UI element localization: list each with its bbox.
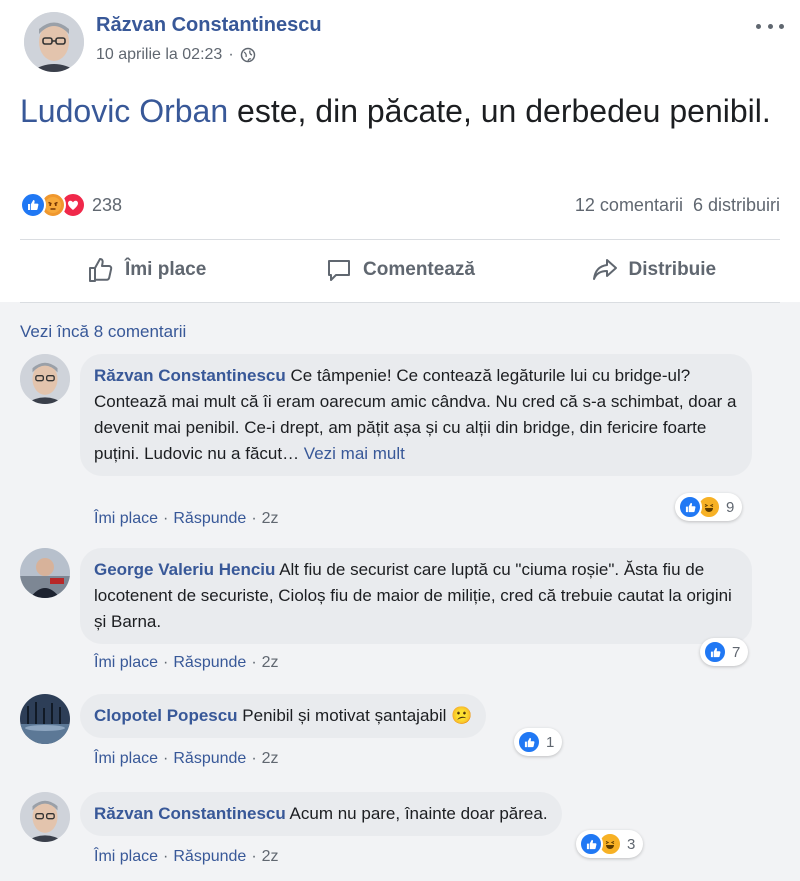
comment-button-label: Comentează <box>363 259 475 280</box>
comment-bubble: Răzvan Constantinescu Acum nu pare, înai… <box>80 792 562 836</box>
comment-bubble: George Valeriu Henciu Alt fiu de securis… <box>80 548 752 644</box>
comment-like-link[interactable]: Îmi place <box>94 848 158 865</box>
post-timestamp[interactable]: 10 aprilie la 02:23 <box>96 46 222 64</box>
comment-text: Penibil și motivat șantajabil <box>237 706 447 725</box>
separator: · <box>251 848 257 865</box>
separator: · <box>251 750 257 767</box>
like-icon <box>579 832 603 856</box>
comment-actions: Îmi place · Răspunde · 2z <box>94 750 279 768</box>
comment-reactions[interactable]: 9 <box>675 493 743 521</box>
view-more-comments-link[interactable]: Vezi încă 8 comentarii <box>20 322 186 342</box>
comment-reactions[interactable]: 3 <box>576 830 644 858</box>
facebook-post: Răzvan Constantinescu 10 aprilie la 02:2… <box>0 0 800 881</box>
commenter-name[interactable]: Răzvan Constantinescu <box>94 366 286 385</box>
separator: · <box>163 750 169 767</box>
thumbs-up-icon <box>89 258 113 282</box>
commenter-avatar[interactable] <box>20 792 70 842</box>
commenter-avatar[interactable] <box>20 548 70 598</box>
reaction-count: 238 <box>92 194 123 215</box>
like-icon <box>678 495 702 519</box>
separator: · <box>251 654 257 671</box>
comment-reply-link[interactable]: Răspunde <box>173 510 246 527</box>
like-button[interactable]: Îmi place <box>20 240 273 300</box>
see-more-link[interactable]: Vezi mai mult <box>304 444 405 463</box>
author-avatar[interactable] <box>24 12 84 72</box>
post-text: Ludovic Orban este, din păcate, un derbe… <box>20 88 790 134</box>
comment-time[interactable]: 2z <box>262 848 279 865</box>
like-button-label: Îmi place <box>125 259 207 280</box>
comment-text: Acum nu pare, înainte doar părea. <box>285 804 548 823</box>
post-stats: 12 comentarii 6 distribuiri <box>575 195 780 216</box>
comment-reaction-count: 9 <box>726 498 735 516</box>
commenter-name[interactable]: Clopotel Popescu <box>94 706 238 725</box>
commenter-avatar[interactable] <box>20 694 70 744</box>
comment-reactions[interactable]: 7 <box>700 638 749 666</box>
comment-bubble: Răzvan Constantinescu Ce tâmpenie! Ce co… <box>80 354 752 476</box>
comment-actions: Îmi place · Răspunde · 2z <box>94 510 279 528</box>
commenter-name[interactable]: Răzvan Constantinescu <box>94 804 286 823</box>
comment-actions: Îmi place · Răspunde · 2z <box>94 654 279 672</box>
comment-actions: Îmi place · Răspunde · 2z <box>94 848 279 866</box>
comment-like-link[interactable]: Îmi place <box>94 654 158 671</box>
share-button[interactable]: Distribuie <box>527 240 780 300</box>
comment-reply-link[interactable]: Răspunde <box>173 654 246 671</box>
comment-button[interactable]: Comentează <box>273 240 526 300</box>
speech-bubble-icon <box>328 260 351 281</box>
separator: · <box>251 510 257 527</box>
separator: · <box>163 510 169 527</box>
comment-like-link[interactable]: Îmi place <box>94 510 158 527</box>
like-icon <box>703 640 727 664</box>
comments-section: Vezi încă 8 comentarii Răzvan Constantin… <box>0 302 800 881</box>
globe-icon[interactable] <box>240 47 256 63</box>
comment-bubble: Clopotel Popescu Penibil și motivat șant… <box>80 694 487 738</box>
meta-separator: · <box>228 46 234 63</box>
reactions-summary[interactable]: 238 <box>20 192 122 218</box>
comments-count-link[interactable]: 12 comentarii <box>575 195 683 215</box>
confused-emoji: 😕 <box>451 706 473 725</box>
post-text-body: este, din păcate, un derbedeu penibil. <box>228 93 771 129</box>
comment-reaction-count: 7 <box>732 643 741 661</box>
separator: · <box>163 848 169 865</box>
post-meta: 10 aprilie la 02:23 · <box>96 46 256 64</box>
post-action-bar: Îmi place Comentează Distribuie <box>20 240 780 300</box>
more-options-icon[interactable] <box>756 16 784 36</box>
mention-link[interactable]: Ludovic Orban <box>20 93 228 129</box>
like-icon <box>20 192 46 218</box>
separator: · <box>163 654 169 671</box>
comment-time[interactable]: 2z <box>262 654 279 671</box>
comment-like-link[interactable]: Îmi place <box>94 750 158 767</box>
like-icon <box>517 730 541 754</box>
author-name[interactable]: Răzvan Constantinescu <box>96 14 322 37</box>
comment-reply-link[interactable]: Răspunde <box>173 750 246 767</box>
share-button-label: Distribuie <box>628 259 717 280</box>
comment-time[interactable]: 2z <box>262 510 279 527</box>
comment-reaction-count: 3 <box>627 835 636 853</box>
commenter-name[interactable]: George Valeriu Henciu <box>94 560 275 579</box>
share-arrow-icon <box>592 259 617 280</box>
comment-reaction-count: 1 <box>546 733 555 751</box>
comment-time[interactable]: 2z <box>262 750 279 767</box>
commenter-avatar[interactable] <box>20 354 70 404</box>
divider <box>20 302 780 303</box>
shares-count-link[interactable]: 6 distribuiri <box>693 195 780 215</box>
comment-reactions[interactable]: 1 <box>514 728 563 756</box>
comment-reply-link[interactable]: Răspunde <box>173 848 246 865</box>
